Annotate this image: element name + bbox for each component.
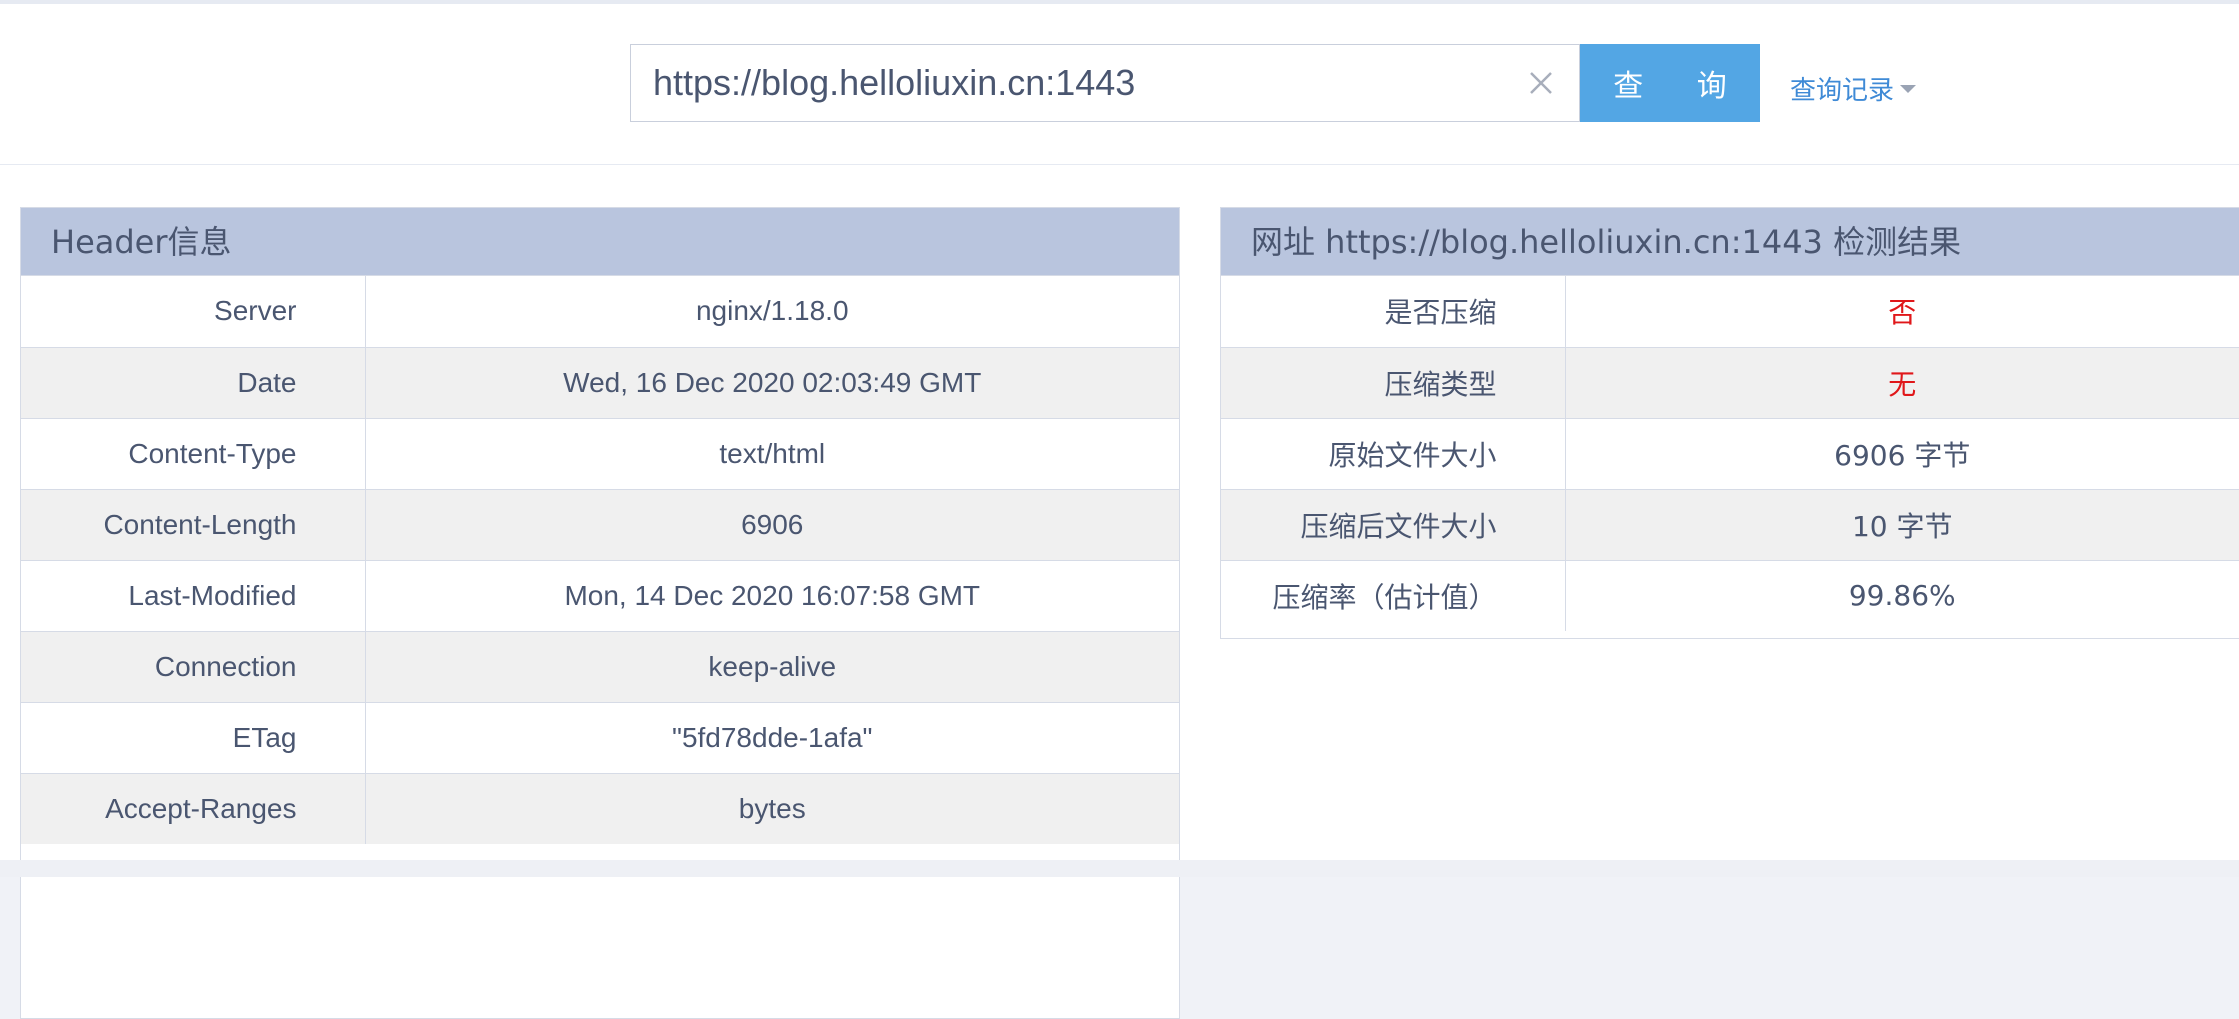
header-key: Date xyxy=(21,346,366,418)
table-row: Last-Modified Mon, 14 Dec 2020 16:07:58 … xyxy=(21,559,1179,631)
header-info-panel: Header信息 Server nginx/1.18.0 Date Wed, 1… xyxy=(20,207,1180,1019)
result-panel: 网址 https://blog.helloliuxin.cn:1443 检测结果… xyxy=(1220,207,2239,639)
table-row: ETag "5fd78dde-1afa" xyxy=(21,701,1179,773)
result-title: 网址 https://blog.helloliuxin.cn:1443 检测结果 xyxy=(1221,208,2239,276)
compressed-status: 否 xyxy=(1888,296,1917,330)
result-key: 原始文件大小 xyxy=(1221,417,1566,489)
compression-type: 无 xyxy=(1565,346,2239,418)
close-icon[interactable] xyxy=(1521,63,1561,103)
header-value: "5fd78dde-1afa" xyxy=(365,701,1179,773)
header-key: Content-Length xyxy=(21,488,366,560)
table-row: Connection keep-alive xyxy=(21,630,1179,702)
header-value: keep-alive xyxy=(365,630,1179,702)
header-info-title: Header信息 xyxy=(21,208,1179,276)
query-history-dropdown[interactable]: 查询记录 xyxy=(1790,70,1917,107)
table-row: 原始文件大小 6906 字节 xyxy=(1221,417,2239,489)
table-row: Server nginx/1.18.0 xyxy=(21,276,1179,347)
original-size: 6906 字节 xyxy=(1565,417,2239,489)
table-row: Date Wed, 16 Dec 2020 02:03:49 GMT xyxy=(21,346,1179,418)
search-bar: 查 询 查询记录 xyxy=(0,4,2239,165)
url-input[interactable] xyxy=(631,45,1511,121)
table-row: 压缩类型 无 xyxy=(1221,346,2239,418)
compression-ratio: 99.86% xyxy=(1565,559,2239,631)
table-row: 压缩后文件大小 10 字节 xyxy=(1221,488,2239,560)
bottom-strip xyxy=(0,860,2239,877)
compressed-size: 10 字节 xyxy=(1565,488,2239,560)
header-value: text/html xyxy=(365,417,1179,489)
header-key: Accept-Ranges xyxy=(21,772,366,844)
caret-down-icon xyxy=(1900,84,1917,93)
query-button[interactable]: 查 询 xyxy=(1580,44,1760,122)
result-key: 压缩率（估计值） xyxy=(1221,559,1566,631)
result-key: 压缩后文件大小 xyxy=(1221,488,1566,560)
header-info-table: Server nginx/1.18.0 Date Wed, 16 Dec 202… xyxy=(21,276,1179,844)
header-value: nginx/1.18.0 xyxy=(695,295,849,327)
result-key: 是否压缩 xyxy=(1221,276,1566,347)
header-value: Wed, 16 Dec 2020 02:03:49 GMT xyxy=(365,346,1179,418)
table-row: Content-Length 6906 xyxy=(21,488,1179,560)
result-key: 压缩类型 xyxy=(1221,346,1566,418)
query-history-label: 查询记录 xyxy=(1790,76,1895,106)
header-value: 6906 xyxy=(365,488,1179,560)
main-content: Header信息 Server nginx/1.18.0 Date Wed, 1… xyxy=(0,165,2239,1019)
header-key: Last-Modified xyxy=(21,559,366,631)
table-row: Accept-Ranges bytes xyxy=(21,772,1179,844)
search-box xyxy=(630,44,1580,122)
table-row: 是否压缩 否 xyxy=(1221,276,2239,347)
header-value: bytes xyxy=(365,772,1179,844)
result-table: 是否压缩 否 压缩类型 无 原始文件大小 6906 字节 压缩后文件大小 10 … xyxy=(1221,276,2239,631)
table-row: Content-Type text/html xyxy=(21,417,1179,489)
header-key: Connection xyxy=(21,630,366,702)
header-key: ETag xyxy=(21,701,366,773)
table-row: 压缩率（估计值） 99.86% xyxy=(1221,559,2239,631)
header-key: Server xyxy=(21,276,366,347)
header-value: Mon, 14 Dec 2020 16:07:58 GMT xyxy=(365,559,1179,631)
header-key: Content-Type xyxy=(21,417,366,489)
